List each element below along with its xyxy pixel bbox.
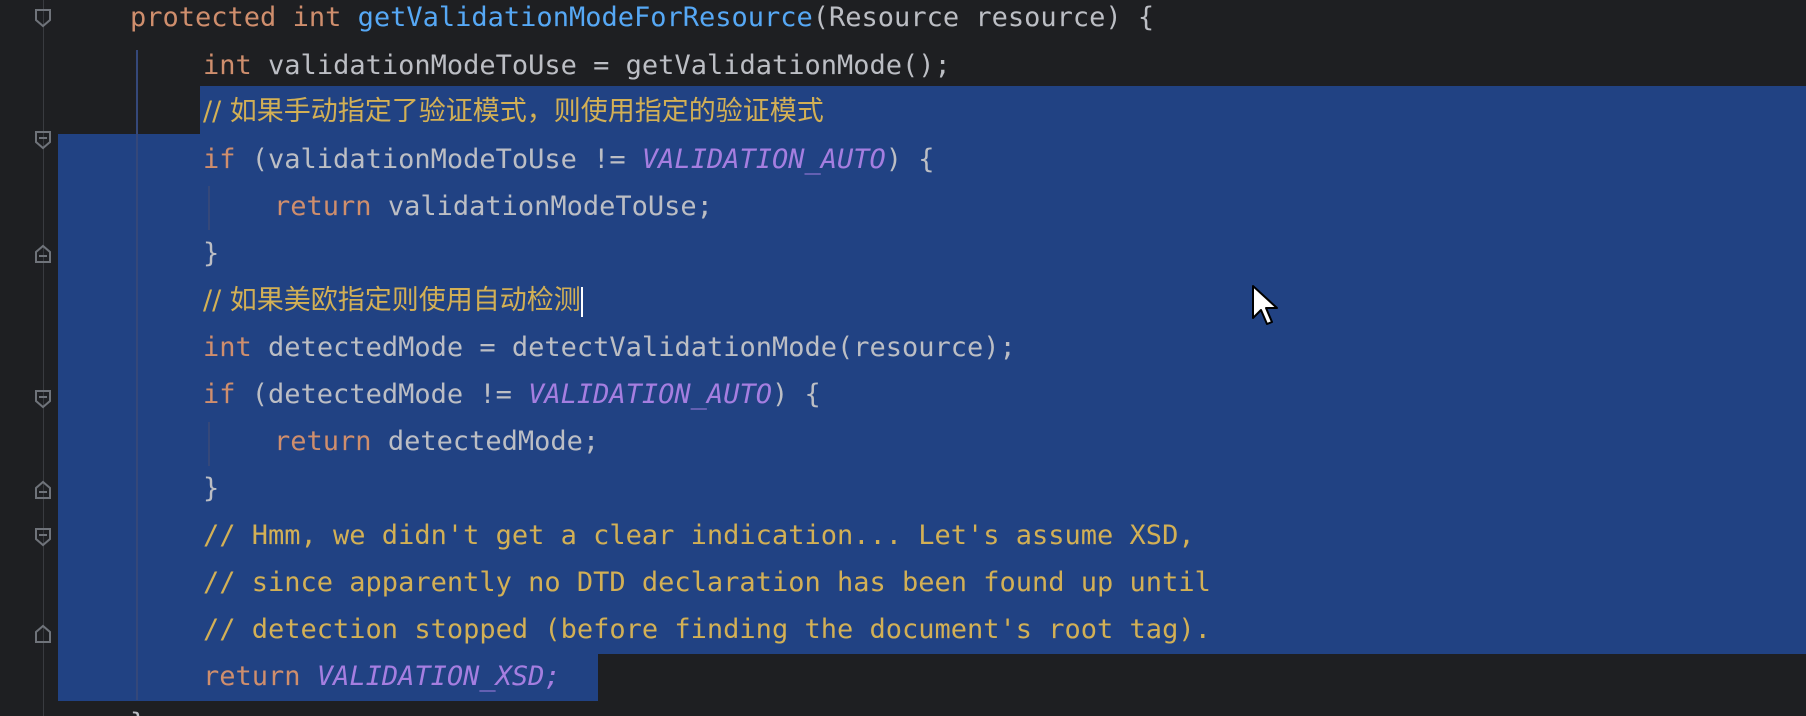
keyword: if [203,144,236,175]
code-text: } [203,473,220,504]
code-line[interactable]: int detectedMode = detectValidationMode(… [203,324,1016,371]
method-call: detectValidationMode [511,332,837,363]
keyword: return [203,661,301,692]
code-text: (); [902,50,951,81]
fold-marker-icon[interactable] [34,527,52,547]
code-line[interactable]: return detectedMode; [274,418,599,465]
code-line[interactable]: } [203,230,219,277]
method-call: getValidationMode [625,50,903,81]
constant: VALIDATION_XSD; [316,661,561,692]
fold-marker-icon[interactable] [34,130,52,150]
code-line[interactable]: } [203,465,219,512]
text-caret [580,286,583,317]
gutter-separator [43,0,44,716]
code-text: validationModeToUse; [387,191,713,222]
keyword: return [274,426,372,457]
method-name: getValidationModeForResource [357,2,813,33]
code-text: } [203,238,220,269]
keyword: int [203,332,252,363]
indent-guide [208,186,210,230]
code-text: (resource); [837,332,1016,363]
code-line[interactable]: // 如果美欧指定则使用自动检测 [203,277,583,324]
constant: VALIDATION_AUTO [528,379,772,410]
code-line[interactable]: protected int getValidationModeForResour… [130,0,1154,41]
code-comment: // 如果美欧指定则使用自动检测 [203,285,581,316]
editor-gutter [0,0,58,716]
code-text: validationModeToUse = [268,50,626,81]
code-line[interactable]: return validationModeToUse; [274,183,713,230]
indent-guide [136,50,138,700]
code-line[interactable]: if (detectedMode != VALIDATION_AUTO) { [203,371,821,418]
code-text: detectedMode = [268,332,512,363]
code-text: (detectedMode != [251,379,529,410]
fold-marker-icon[interactable] [34,389,52,409]
code-comment: // 如果手动指定了验证模式，则使用指定的验证模式 [203,96,824,127]
code-line[interactable]: } [130,700,146,716]
keyword: if [203,379,236,410]
keyword: return [274,191,372,222]
code-line[interactable]: if (validationModeToUse != VALIDATION_AU… [203,136,935,183]
code-comment: // detection stopped (before finding the… [203,614,1211,645]
code-line[interactable]: int validationModeToUse = getValidationM… [203,42,951,89]
code-text: detectedMode; [387,426,600,457]
keyword: protected [130,2,277,33]
code-line[interactable]: // detection stopped (before finding the… [203,606,1211,653]
code-line[interactable]: // since apparently no DTD declaration h… [203,559,1211,606]
code-line[interactable]: return VALIDATION_XSD; [203,653,561,700]
code-line[interactable]: // 如果手动指定了验证模式，则使用指定的验证模式 [203,88,824,135]
code-text: (Resource resource) { [812,2,1155,33]
fold-marker-icon[interactable] [34,8,52,28]
code-text: ) { [771,379,821,410]
code-text: ) { [885,144,935,175]
fold-marker-icon[interactable] [34,480,52,500]
fold-marker-icon[interactable] [34,244,52,264]
code-line[interactable]: // Hmm, we didn't get a clear indication… [203,512,1195,559]
code-editor[interactable]: protected int getValidationModeForResour… [0,0,1806,716]
keyword: int [292,2,342,33]
constant: VALIDATION_AUTO [641,144,886,175]
code-comment: // since apparently no DTD declaration h… [203,567,1211,598]
keyword: int [203,50,252,81]
fold-marker-icon[interactable] [34,624,52,644]
indent-guide [208,422,210,466]
mouse-pointer-icon [1251,284,1281,328]
code-comment: // Hmm, we didn't get a clear indication… [203,520,1195,551]
code-text: } [130,708,146,716]
code-text: (validationModeToUse != [251,144,642,175]
